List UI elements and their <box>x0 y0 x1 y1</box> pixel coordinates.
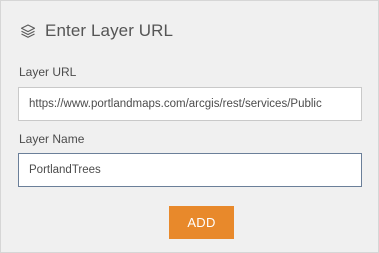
panel-title: Enter Layer URL <box>45 21 174 40</box>
add-layer-panel: Enter Layer URL Layer URL Layer Name ADD <box>0 0 379 253</box>
layer-name-input[interactable] <box>18 153 362 187</box>
panel-header: Enter Layer URL <box>18 18 173 44</box>
layers-icon <box>18 21 38 41</box>
layer-url-input[interactable] <box>18 87 362 121</box>
add-button[interactable]: ADD <box>169 206 234 239</box>
layer-name-label: Layer Name <box>19 132 85 146</box>
layer-url-label: Layer URL <box>19 65 77 79</box>
